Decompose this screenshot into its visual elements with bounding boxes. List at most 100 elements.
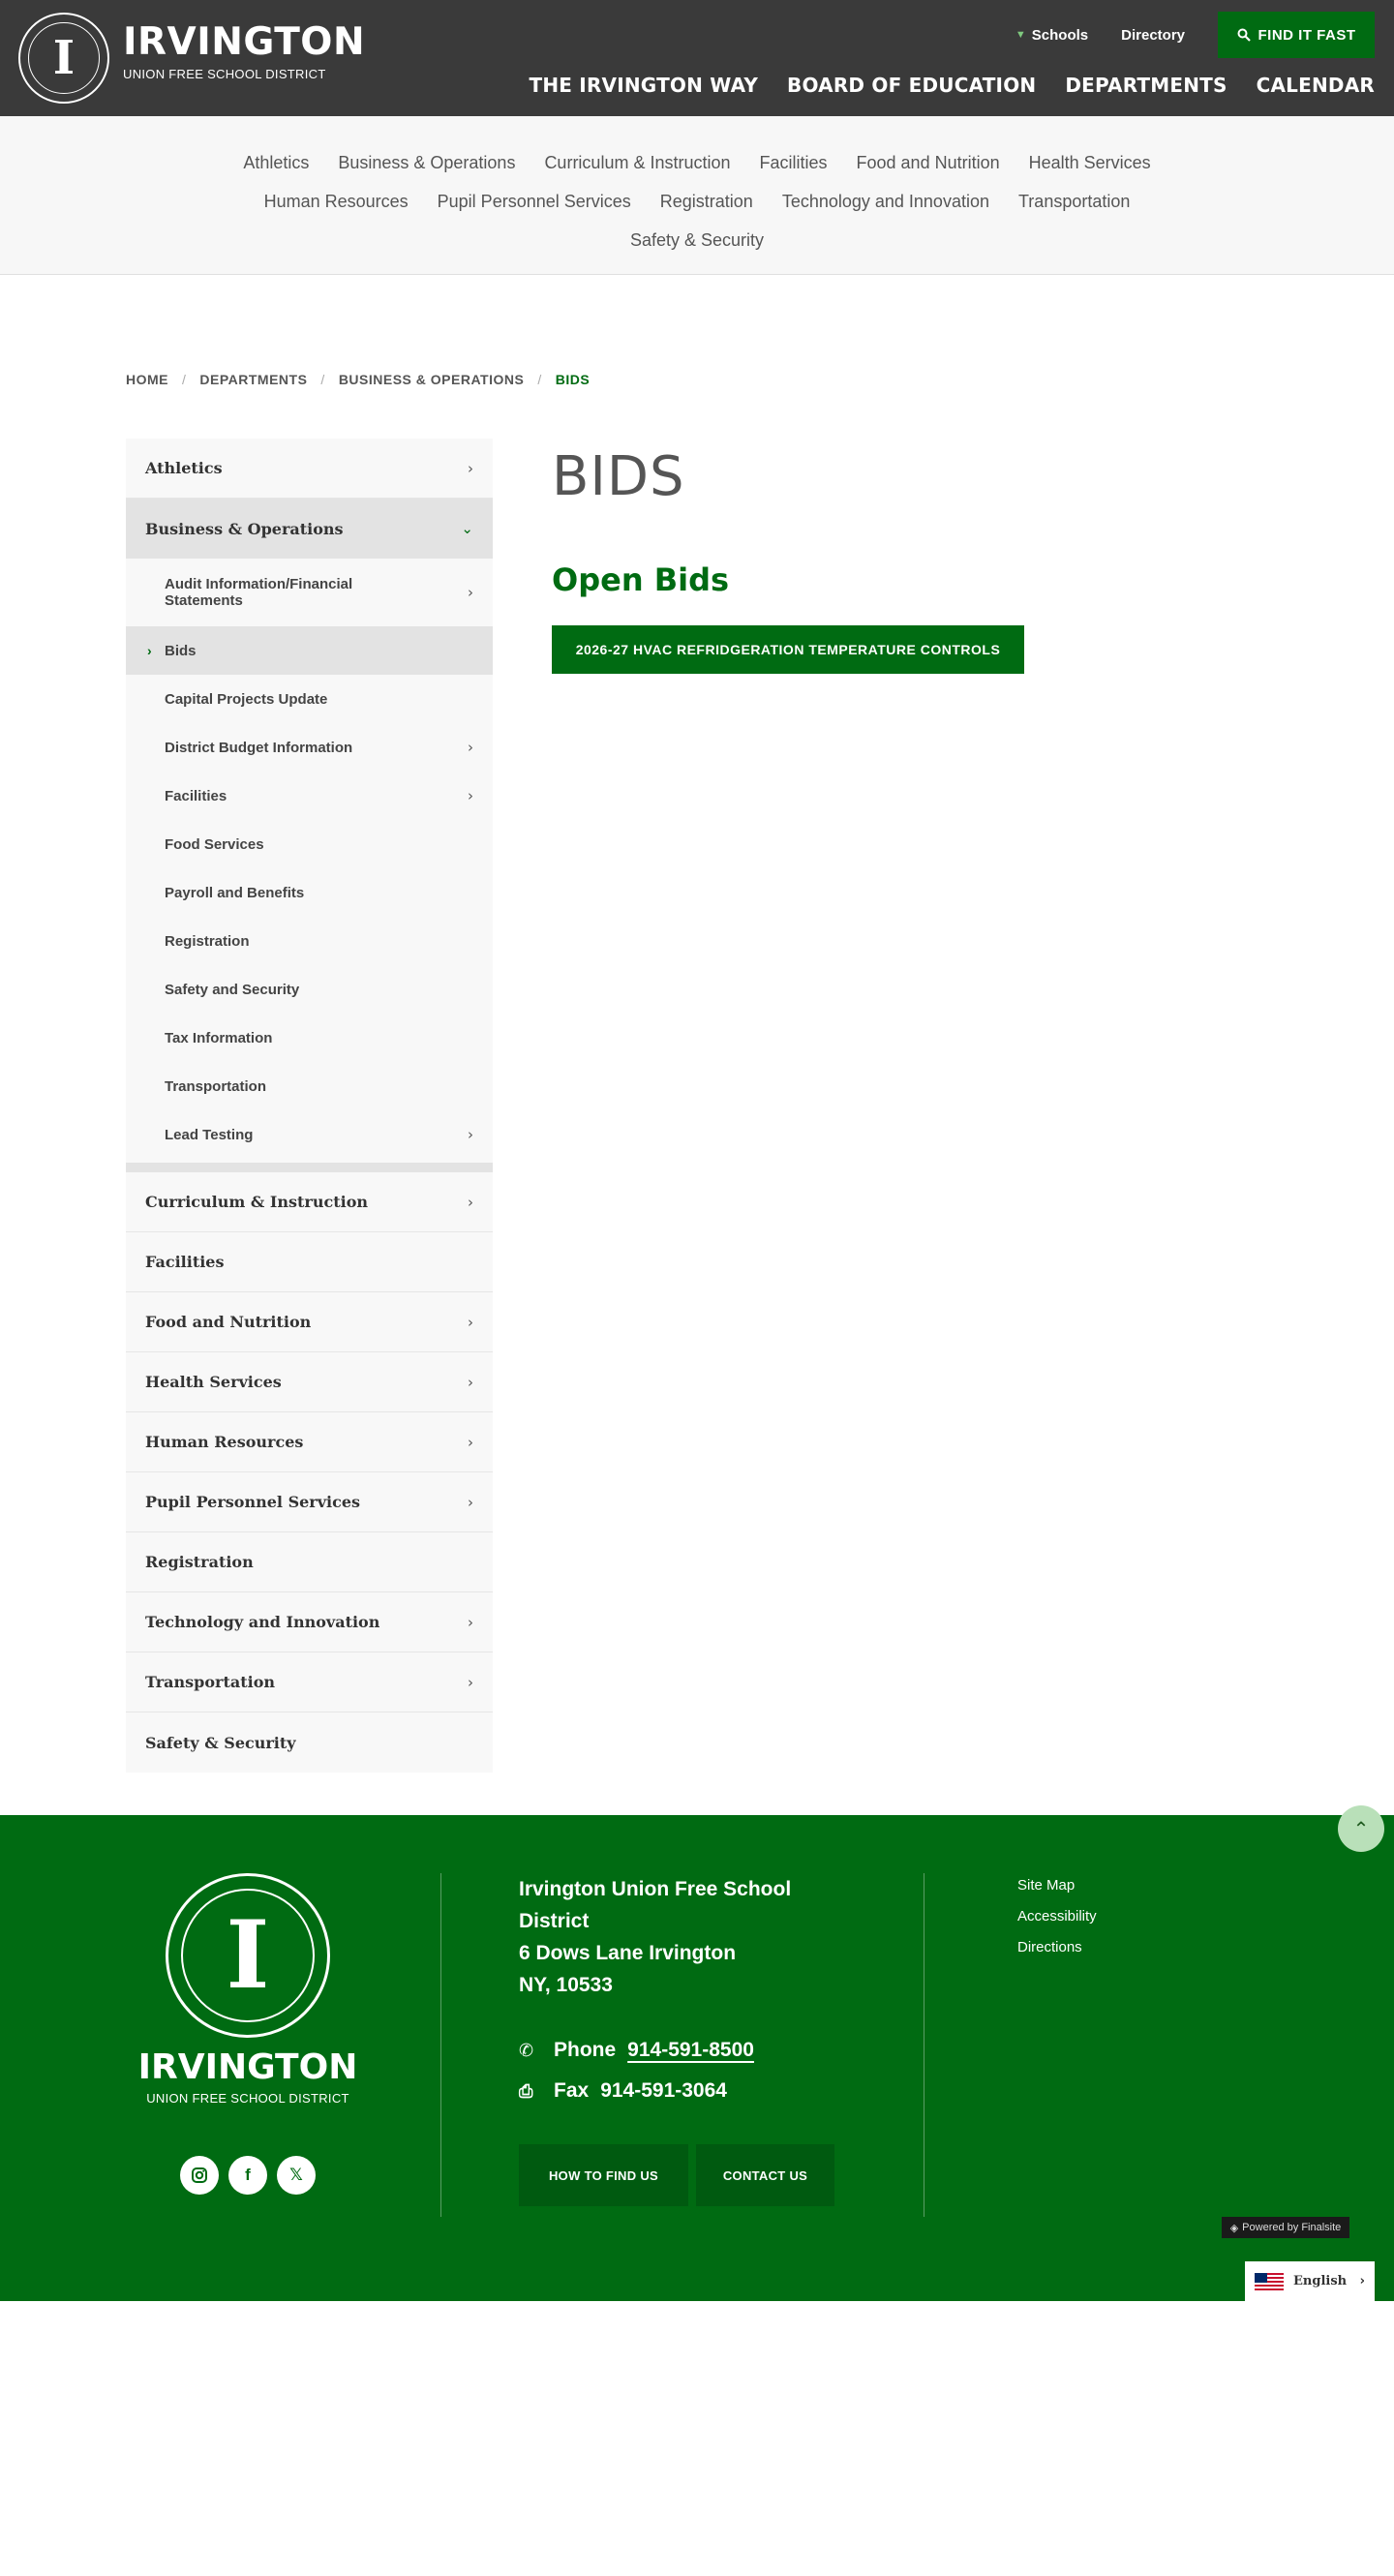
subnav-safety-security[interactable]: Safety & Security: [630, 230, 764, 251]
sidebar-item-facilities[interactable]: Facilities: [126, 1232, 493, 1292]
footer-logo[interactable]: I: [166, 1873, 330, 2038]
footer-brand-name: IRVINGTON: [137, 2047, 358, 2087]
sidebar-subitem-lead-testing[interactable]: Lead Testing ›: [126, 1110, 493, 1159]
sidebar-subitem-food-services[interactable]: Food Services: [126, 820, 493, 868]
brand[interactable]: IRVINGTON UNION FREE SCHOOL DISTRICT: [123, 23, 365, 81]
contact-us-button[interactable]: CONTACT US: [696, 2144, 834, 2206]
chevron-right-icon[interactable]: ›: [468, 1314, 473, 1331]
finalsite-icon: ◈: [1229, 2222, 1239, 2234]
footer-brand: IRVINGTON UNION FREE SCHOOL DISTRICT: [134, 2050, 362, 2106]
subnav-technology[interactable]: Technology and Innovation: [782, 192, 989, 212]
chevron-right-icon[interactable]: ›: [468, 460, 473, 477]
breadcrumb-business-operations[interactable]: BUSINESS & OPERATIONS: [339, 372, 525, 387]
scroll-to-top-button[interactable]: ⌃: [1338, 1805, 1384, 1852]
find-it-fast-button[interactable]: FIND IT FAST: [1218, 12, 1375, 58]
sidebar-subitem-payroll[interactable]: Payroll and Benefits: [126, 868, 493, 917]
x-twitter-icon[interactable]: 𝕏: [277, 2156, 316, 2195]
fax-number: 914-591-3064: [600, 2079, 727, 2102]
nav-board-of-education[interactable]: BOARD OF EDUCATION: [787, 74, 1036, 97]
sidebar-item-health-services[interactable]: Health Services ›: [126, 1352, 493, 1412]
chevron-right-icon[interactable]: ›: [468, 787, 473, 804]
breadcrumb-home[interactable]: HOME: [126, 372, 168, 387]
chevron-right-icon[interactable]: ›: [468, 739, 473, 756]
subnav-business-operations[interactable]: Business & Operations: [338, 153, 515, 173]
directions-link[interactable]: Directions: [1017, 1939, 1097, 1970]
powered-by-badge[interactable]: ◈ Powered by Finalsite: [1222, 2217, 1349, 2238]
search-icon: [1237, 28, 1251, 42]
district-logo[interactable]: I: [18, 13, 109, 104]
how-to-find-us-button[interactable]: HOW TO FIND US: [519, 2144, 688, 2206]
sidebar-item-safety-security[interactable]: Safety & Security: [126, 1712, 493, 1773]
sidebar-item-food-nutrition[interactable]: Food and Nutrition ›: [126, 1292, 493, 1352]
utility-nav: ▼ Schools Directory FIND IT FAST: [1015, 12, 1375, 58]
chevron-right-icon[interactable]: ›: [468, 1126, 473, 1143]
nav-departments[interactable]: DEPARTMENTS: [1065, 74, 1227, 97]
breadcrumb-departments[interactable]: DEPARTMENTS: [199, 372, 307, 387]
sidebar-subitem-facilities[interactable]: Facilities ›: [126, 772, 493, 820]
section-sidebar: Athletics › Business & Operations ⌄ Audit …: [126, 439, 493, 1773]
directory-link[interactable]: Directory: [1121, 27, 1185, 44]
sidebar-item-business-operations[interactable]: Business & Operations ⌄: [126, 499, 493, 559]
chevron-right-icon[interactable]: ›: [468, 1614, 473, 1631]
department-subnav: Athletics Business & Operations Curricul…: [0, 116, 1394, 275]
footer-address: Irvington Union Free School District 6 D…: [519, 1878, 792, 1996]
sidebar-item-registration[interactable]: Registration: [126, 1532, 493, 1592]
instagram-icon[interactable]: [180, 2156, 219, 2195]
site-map-link[interactable]: Site Map: [1017, 1877, 1097, 1908]
chevron-right-icon[interactable]: ›: [468, 584, 473, 601]
sidebar-item-human-resources[interactable]: Human Resources ›: [126, 1412, 493, 1472]
sidebar-item-curriculum[interactable]: Curriculum & Instruction ›: [126, 1172, 493, 1232]
chevron-right-icon: ›: [1359, 2274, 1365, 2288]
subnav-food-nutrition[interactable]: Food and Nutrition: [857, 153, 1000, 173]
caret-down-icon: ▼: [1015, 29, 1026, 41]
subnav-registration[interactable]: Registration: [660, 192, 753, 212]
chevron-right-icon[interactable]: ›: [468, 1194, 473, 1211]
chevron-right-icon[interactable]: ›: [468, 1374, 473, 1391]
sidebar-subitem-registration[interactable]: Registration: [126, 917, 493, 965]
sidebar-item-athletics[interactable]: Athletics ›: [126, 439, 493, 499]
phone-link[interactable]: 914-591-8500: [627, 2039, 754, 2062]
footer-brand-subtitle: UNION FREE SCHOOL DISTRICT: [146, 2091, 349, 2106]
subnav-health-services[interactable]: Health Services: [1029, 153, 1151, 173]
nav-irvington-way[interactable]: THE IRVINGTON WAY: [530, 74, 759, 97]
sidebar-item-technology[interactable]: Technology and Innovation ›: [126, 1592, 493, 1652]
sidebar-item-transportation[interactable]: Transportation ›: [126, 1652, 493, 1712]
subnav-pupil-personnel[interactable]: Pupil Personnel Services: [438, 192, 631, 212]
sidebar-subitem-capital-projects[interactable]: Capital Projects Update: [126, 675, 493, 723]
sidebar-item-pupil-personnel[interactable]: Pupil Personnel Services ›: [126, 1472, 493, 1532]
page-title: BIDS: [552, 445, 685, 508]
subnav-facilities[interactable]: Facilities: [760, 153, 828, 173]
sidebar-subitem-transportation[interactable]: Transportation: [126, 1062, 493, 1110]
sidebar-subitem-tax[interactable]: Tax Information: [126, 1014, 493, 1062]
sidebar-subitem-budget[interactable]: District Budget Information ›: [126, 723, 493, 772]
footer-buttons: HOW TO FIND US CONTACT US: [519, 2144, 834, 2206]
section-heading: Open Bids: [552, 561, 730, 598]
footer-contact: ✆ Phone 914-591-8500 ⎙ Fax 914-591-3064: [519, 2039, 754, 2102]
facebook-icon[interactable]: f: [228, 2156, 267, 2195]
footer-logo-letter: I: [226, 1900, 270, 2010]
sidebar-subitem-audit[interactable]: Audit Information/Financial Statements ›: [126, 559, 493, 626]
footer-links: Site Map Accessibility Directions: [1017, 1877, 1097, 1970]
breadcrumb: HOME / DEPARTMENTS / BUSINESS & OPERATIONS…: [126, 372, 591, 387]
brand-name: IRVINGTON: [123, 20, 366, 64]
sidebar-subitem-safety[interactable]: Safety and Security: [126, 965, 493, 1014]
main-nav: THE IRVINGTON WAY BOARD OF EDUCATION DEP…: [530, 74, 1376, 97]
subnav-curriculum[interactable]: Curriculum & Instruction: [544, 153, 730, 173]
schools-dropdown[interactable]: ▼ Schools: [1015, 27, 1088, 44]
nav-calendar[interactable]: CALENDAR: [1257, 74, 1375, 97]
bid-document-button[interactable]: 2026-27 HVAC REFRIDGERATION TEMPERATURE …: [552, 625, 1024, 674]
subnav-human-resources[interactable]: Human Resources: [264, 192, 409, 212]
accessibility-link[interactable]: Accessibility: [1017, 1908, 1097, 1939]
chevron-right-icon[interactable]: ›: [468, 1674, 473, 1691]
chevron-down-icon[interactable]: ⌄: [461, 520, 473, 537]
subnav-transportation[interactable]: Transportation: [1018, 192, 1130, 212]
sidebar-subitem-bids[interactable]: › Bids: [126, 626, 493, 675]
phone-icon: ✆: [519, 2040, 534, 2060]
brand-subtitle: UNION FREE SCHOOL DISTRICT: [123, 67, 326, 81]
chevron-right-icon[interactable]: ›: [468, 1434, 473, 1451]
chevron-right-icon[interactable]: ›: [468, 1494, 473, 1511]
language-selector[interactable]: English ›: [1245, 2261, 1375, 2301]
breadcrumb-current: BIDS: [555, 372, 591, 387]
subnav-athletics[interactable]: Athletics: [243, 153, 309, 173]
site-header: I IRVINGTON UNION FREE SCHOOL DISTRICT ▼…: [0, 0, 1394, 116]
